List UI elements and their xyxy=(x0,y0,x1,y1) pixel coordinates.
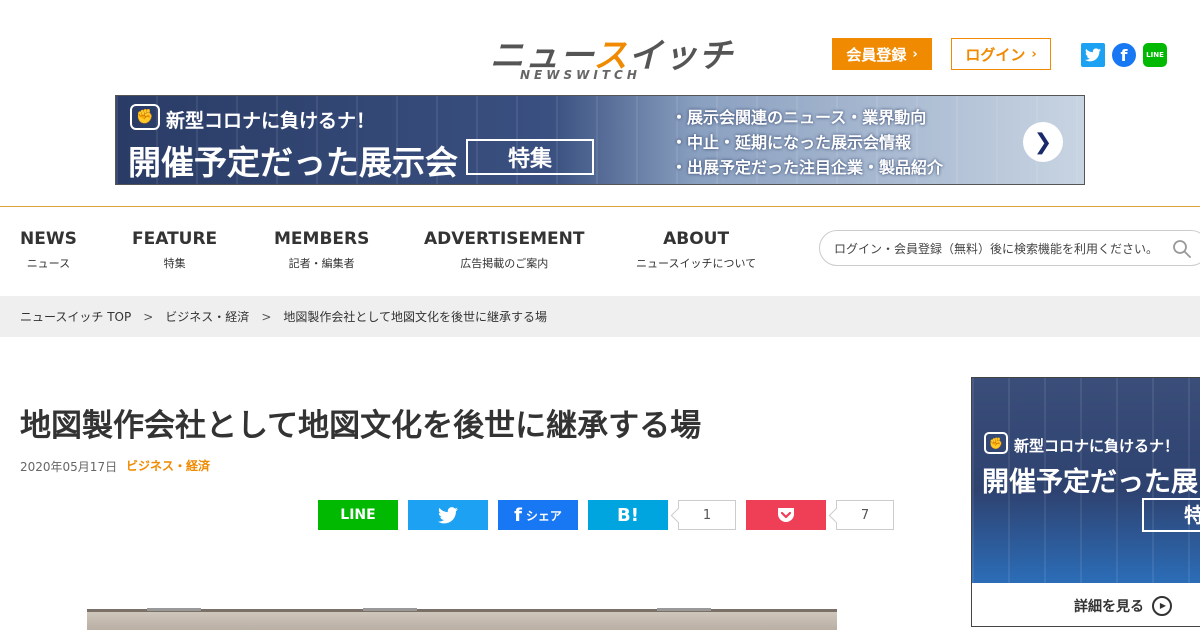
chevron-right-icon: › xyxy=(1031,46,1037,62)
banner-list: ・展示会関連のニュース・業界動向 ・中止・延期になった展示会情報 ・出展予定だっ… xyxy=(671,108,944,177)
pocket-count: 7 xyxy=(836,500,894,530)
nav-item-members[interactable]: MEMBERS 記者・編集者 xyxy=(274,229,369,271)
play-circle-icon: ▶ xyxy=(1152,595,1172,616)
nav-item-feature[interactable]: FEATURE 特集 xyxy=(132,229,217,271)
article-category[interactable]: ビジネス・経済 xyxy=(126,457,210,474)
sidebar-ad[interactable]: ✊ 新型コロナに負けるナ！ 開催予定だった展 特 詳細を見る ▶ xyxy=(971,377,1200,627)
article-date: 2020年05月17日 xyxy=(20,460,118,474)
site-logo[interactable]: ニュースイッチ NEWSWITCH xyxy=(490,28,732,84)
article-title: 地図製作会社として地図文化を後世に継承する場 xyxy=(20,408,702,444)
register-button[interactable]: 会員登録 › xyxy=(832,38,932,70)
search-box xyxy=(819,230,1200,266)
search-input[interactable] xyxy=(834,239,1164,259)
fist-icon: ✊ xyxy=(130,104,160,130)
breadcrumb: ニュースイッチ TOP > ビジネス・経済 > 地図製作会社として地図文化を後世… xyxy=(0,296,1200,337)
sidebar-ad-more-link[interactable]: 詳細を見る ▶ xyxy=(972,583,1200,626)
search-icon[interactable] xyxy=(1172,239,1192,259)
breadcrumb-category[interactable]: ビジネス・経済 xyxy=(165,308,249,325)
breadcrumb-separator: > xyxy=(261,309,272,324)
facebook-icon: f xyxy=(514,504,522,526)
twitter-icon xyxy=(438,506,458,523)
article-main-image xyxy=(87,608,837,630)
share-twitter-button[interactable] xyxy=(408,500,488,530)
pocket-icon xyxy=(778,508,794,522)
feature-banner[interactable]: ✊ 新型コロナに負けるナ！ 開催予定だった展示会 特集 ・展示会関連のニュース・… xyxy=(115,95,1085,185)
chevron-right-icon[interactable]: ❯ xyxy=(1023,122,1063,162)
sidebar-ad-title: 開催予定だった展 xyxy=(982,467,1198,498)
logo-subtitle: NEWSWITCH xyxy=(520,68,641,82)
main-nav: NEWS ニュース FEATURE 特集 MEMBERS 記者・編集者 ADVE… xyxy=(0,208,1200,296)
hatena-count: 1 xyxy=(678,500,736,530)
share-hatena-button[interactable]: B! xyxy=(588,500,668,530)
banner-subtitle: 新型コロナに負けるナ！ xyxy=(166,110,376,132)
login-button[interactable]: ログイン › xyxy=(951,38,1051,70)
nav-item-advertisement[interactable]: ADVERTISEMENT 広告掲載のご案内 xyxy=(424,229,585,271)
banner-title: 開催予定だった展示会 xyxy=(128,143,458,182)
sidebar-ad-tag: 特 xyxy=(1142,498,1200,532)
banner-tag: 特集 xyxy=(466,139,594,175)
twitter-icon[interactable] xyxy=(1081,43,1105,67)
line-icon[interactable]: LINE xyxy=(1143,43,1167,67)
share-pocket-button[interactable] xyxy=(746,500,826,530)
sidebar-ad-subtitle: 新型コロナに負けるナ！ xyxy=(1014,437,1180,455)
nav-item-news[interactable]: NEWS ニュース xyxy=(20,229,77,271)
breadcrumb-home[interactable]: ニュースイッチ TOP xyxy=(20,308,131,325)
fist-icon: ✊ xyxy=(984,432,1008,454)
breadcrumb-separator: > xyxy=(143,309,154,324)
nav-item-about[interactable]: ABOUT ニュースイッチについて xyxy=(636,229,756,271)
share-line-button[interactable]: LINE xyxy=(318,500,398,530)
sidebar-ad-image: ✊ 新型コロナに負けるナ！ 開催予定だった展 特 xyxy=(972,378,1200,583)
chevron-right-icon: › xyxy=(912,46,918,62)
share-facebook-button[interactable]: f シェア xyxy=(498,500,578,530)
site-header: ニュースイッチ NEWSWITCH 会員登録 › ログイン › f LINE ✊… xyxy=(0,0,1200,207)
breadcrumb-current: 地図製作会社として地図文化を後世に継承する場 xyxy=(283,310,548,324)
facebook-icon[interactable]: f xyxy=(1112,43,1136,67)
